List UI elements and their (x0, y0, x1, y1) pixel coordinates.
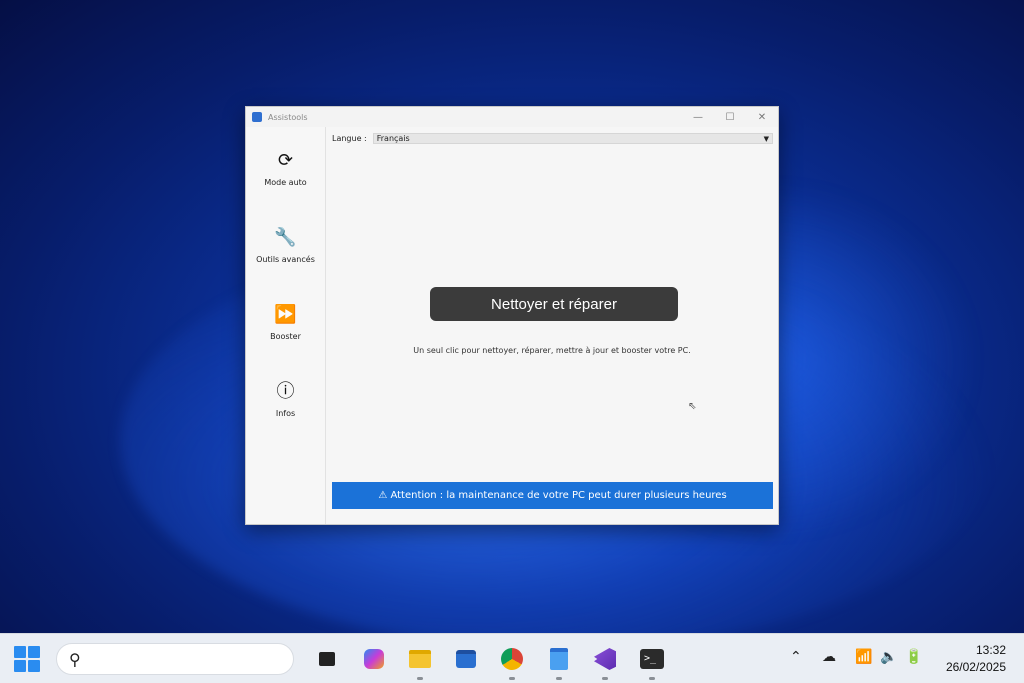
sidebar-item-mode-auto[interactable]: ⟳ Mode auto (246, 131, 325, 208)
sidebar: ⟳ Mode auto 🔧 Outils avancés ⏩ Booster ⓘ… (246, 127, 326, 524)
copilot-icon[interactable] (360, 645, 388, 673)
running-indicator (556, 677, 562, 680)
visual-studio-icon[interactable] (591, 645, 619, 673)
language-label: Langue : (332, 134, 367, 143)
task-view-icon[interactable] (313, 645, 341, 673)
sidebar-item-infos[interactable]: ⓘ Infos (246, 362, 325, 439)
volume-icon[interactable]: 🔈 (880, 649, 897, 665)
minimize-button[interactable]: — (682, 112, 714, 123)
windows-logo-tile (28, 646, 40, 658)
clock-date: 26/02/2025 (945, 660, 1006, 674)
battery-icon[interactable]: 🔋 (905, 649, 922, 665)
refresh-icon: ⟳ (277, 150, 294, 171)
window-content: ⟳ Mode auto 🔧 Outils avancés ⏩ Booster ⓘ… (246, 127, 778, 524)
window-controls: — ☐ ✕ (682, 112, 778, 123)
windows-logo-tile (14, 660, 26, 672)
window-title: Assistools (268, 112, 308, 122)
maximize-button[interactable]: ☐ (714, 112, 746, 123)
taskbar: ⚲ >_ ⌃ ☁ 📶 🔈 🔋 13:32 26/02/2025 (0, 633, 1024, 683)
wrench-icon: 🔧 (274, 227, 297, 248)
sidebar-item-outils-avances[interactable]: 🔧 Outils avancés (246, 208, 325, 285)
notepad-icon[interactable] (545, 645, 573, 673)
chevron-up-icon[interactable]: ⌃ (790, 649, 802, 665)
running-indicator (649, 677, 655, 680)
sidebar-item-label: Mode auto (264, 178, 307, 187)
title-bar[interactable]: Assistools — ☐ ✕ (246, 107, 778, 127)
language-select[interactable]: Français ▼ (372, 133, 773, 144)
clean-repair-button[interactable]: Nettoyer et réparer (430, 287, 678, 321)
microsoft-store-icon[interactable] (452, 645, 480, 673)
running-indicator (417, 677, 423, 680)
close-button[interactable]: ✕ (746, 112, 778, 123)
app-icon (252, 112, 262, 122)
sidebar-item-label: Booster (270, 332, 301, 341)
sidebar-item-label: Outils avancés (256, 255, 315, 264)
mouse-cursor-icon: ⇖ (688, 401, 697, 412)
sidebar-item-booster[interactable]: ⏩ Booster (246, 285, 325, 362)
language-row: Langue : Français ▼ (332, 133, 773, 144)
terminal-icon[interactable]: >_ (638, 645, 666, 673)
chrome-icon[interactable] (498, 645, 526, 673)
start-button[interactable] (14, 646, 40, 672)
file-explorer-icon[interactable] (406, 645, 434, 673)
info-icon: ⓘ (276, 381, 295, 402)
clock-time: 13:32 (975, 643, 1006, 657)
wifi-icon[interactable]: 📶 (855, 649, 872, 665)
description-text: Un seul clic pour nettoyer, réparer, met… (413, 346, 691, 355)
taskbar-search[interactable]: ⚲ (56, 643, 294, 675)
windows-logo-tile (14, 646, 26, 658)
windows-logo-tile (28, 660, 40, 672)
assistools-window: Assistools — ☐ ✕ ⟳ Mode auto 🔧 Outils av… (245, 106, 779, 525)
running-indicator (602, 677, 608, 680)
system-clock[interactable]: 13:32 26/02/2025 (946, 642, 1006, 676)
warning-banner: ⚠ Attention : la maintenance de votre PC… (332, 482, 773, 509)
running-indicator (509, 677, 515, 680)
dropdown-arrow-icon: ▼ (763, 134, 769, 143)
fast-forward-icon: ⏩ (274, 304, 297, 325)
search-icon: ⚲ (69, 649, 81, 669)
sidebar-item-label: Infos (275, 409, 296, 418)
language-value: Français (376, 134, 410, 143)
onedrive-icon[interactable]: ☁ (822, 649, 836, 665)
main-panel: Langue : Français ▼ Nettoyer et réparer … (326, 127, 778, 524)
